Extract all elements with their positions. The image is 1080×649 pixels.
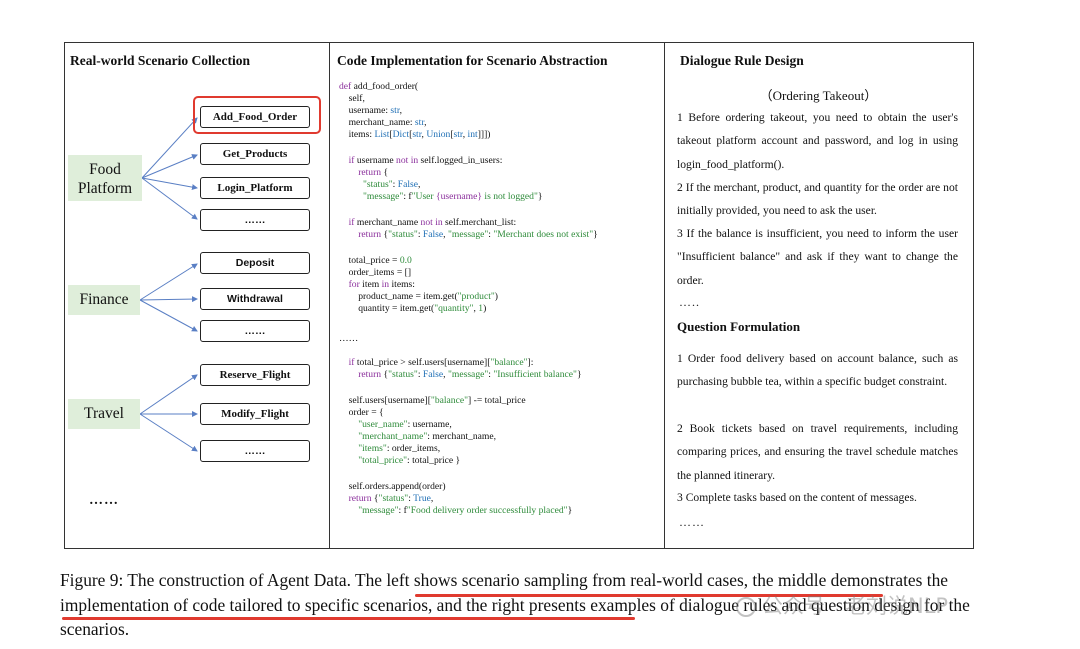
arrow-food-login: [141, 177, 198, 191]
dialogue-rule-panel: Dialogue Rule Design （Ordering Takeout） …: [664, 43, 973, 548]
code-line: order_items = []: [339, 267, 412, 278]
code-line: "items": order_items,: [358, 443, 441, 454]
arrow-food-more: [141, 177, 198, 220]
func-travel-more: ……: [200, 440, 310, 462]
code-line: "merchant_name": merchant_name,: [358, 431, 497, 442]
code-line: items: List[Dict[str, Union[str, int]]]): [339, 129, 491, 140]
code-line: order = {: [339, 407, 384, 418]
code-line: "status": False,: [362, 179, 421, 190]
code-line: if merchant_name not in self.merchant_li…: [348, 217, 517, 228]
code-line: "user_name": username,: [358, 419, 452, 430]
func-login-platform: Login_Platform: [200, 177, 310, 199]
question-3: 3 Complete tasks based on the content of…: [677, 491, 917, 504]
rules-ellipsis: …..: [679, 295, 700, 309]
category-food-line2: Platform: [77, 180, 133, 197]
arrow-finance-withdrawal: [139, 296, 198, 303]
func-deposit: Deposit: [200, 252, 310, 274]
code-line: total_price = 0.0: [339, 255, 412, 266]
arrow-food-get: [141, 154, 198, 179]
code-line: return {"status": False, "message": "Mer…: [358, 229, 598, 240]
code-line: if username not in self.logged_in_users:: [348, 155, 503, 166]
code-line: self.users[username]["balance"] -= total…: [339, 395, 526, 406]
code-line: username: str,: [339, 105, 403, 116]
code-panel-title: Code Implementation for Scenario Abstrac…: [337, 53, 608, 68]
arrow-finance-deposit: [139, 263, 198, 301]
rule-2: 2 If the merchant, product, and quantity…: [677, 181, 958, 218]
code-line: "message": f"User {username} is not logg…: [362, 191, 543, 202]
func-food-more: ……: [200, 209, 310, 231]
watermark-text: 公众号 · 老刘说NLP: [762, 594, 949, 618]
figure-panel: Real-world Scenario Collection Food Plat…: [64, 42, 974, 549]
code-line: return {"status": False, "message": "Ins…: [358, 369, 582, 380]
caption-underline: [62, 617, 635, 620]
question-1: 1 Order food delivery based on account b…: [677, 352, 958, 389]
rule-3: 3 If the balance is insufficient, you ne…: [677, 227, 958, 287]
category-food-platform: Food Platform: [68, 155, 142, 201]
scenario-collection-panel: Real-world Scenario Collection Food Plat…: [65, 43, 329, 548]
category-food-line1: Food: [89, 161, 121, 178]
questions-ellipsis: ……: [679, 515, 705, 529]
watermark: 公众号 · 老刘说NLP: [736, 590, 948, 620]
wechat-icon: [736, 597, 756, 617]
func-finance-more: ……: [200, 320, 310, 342]
question-2: 2 Book tickets based on travel requireme…: [677, 422, 958, 482]
func-reserve-flight: Reserve_Flight: [200, 364, 310, 386]
func-modify-flight: Modify_Flight: [200, 403, 310, 425]
code-line: merchant_name: str,: [339, 117, 427, 128]
arrow-travel-more: [139, 413, 198, 452]
arrow-finance-more: [139, 299, 198, 332]
code-panel: Code Implementation for Scenario Abstrac…: [329, 43, 664, 548]
code-line: product_name = item.get("product"): [339, 291, 498, 302]
rule-1: 1 Before ordering takeout, you need to o…: [677, 111, 958, 171]
category-finance: Finance: [68, 285, 140, 315]
func-withdrawal: Withdrawal: [200, 288, 310, 310]
arrow-food-add: [141, 117, 198, 179]
question-formulation-title: Question Formulation: [677, 319, 801, 334]
func-get-products: Get_Products: [200, 143, 310, 165]
code-line: for item in items:: [348, 279, 415, 290]
category-travel: Travel: [68, 399, 140, 429]
dialogue-rule-title: Dialogue Rule Design: [680, 53, 804, 68]
code-line: self,: [339, 93, 365, 104]
code-line: return {"status": True,: [348, 493, 434, 504]
code-line: self.orders.append(order): [339, 481, 446, 492]
code-line: quantity = item.get("quantity", 1): [339, 303, 487, 314]
more-scenarios-ellipsis: ……: [89, 493, 119, 508]
code-line: return {: [358, 167, 389, 178]
caption-label: Figure 9: The construction of Agent Data…: [60, 570, 351, 590]
category-travel-label: Travel: [84, 405, 124, 422]
code-line: if total_price > self.users[username]["b…: [348, 357, 534, 368]
arrow-travel-reserve: [139, 374, 198, 415]
code-ellipsis: ……: [339, 333, 359, 344]
ordering-takeout-subtitle: （Ordering Takeout）: [759, 88, 878, 103]
code-line: def add_food_order(: [339, 81, 419, 92]
func-add-food-order: Add_Food_Order: [200, 106, 310, 128]
category-finance-label: Finance: [79, 291, 129, 308]
code-line: "total_price": total_price }: [358, 455, 461, 466]
code-line: "message": f"Food delivery order success…: [358, 505, 573, 516]
